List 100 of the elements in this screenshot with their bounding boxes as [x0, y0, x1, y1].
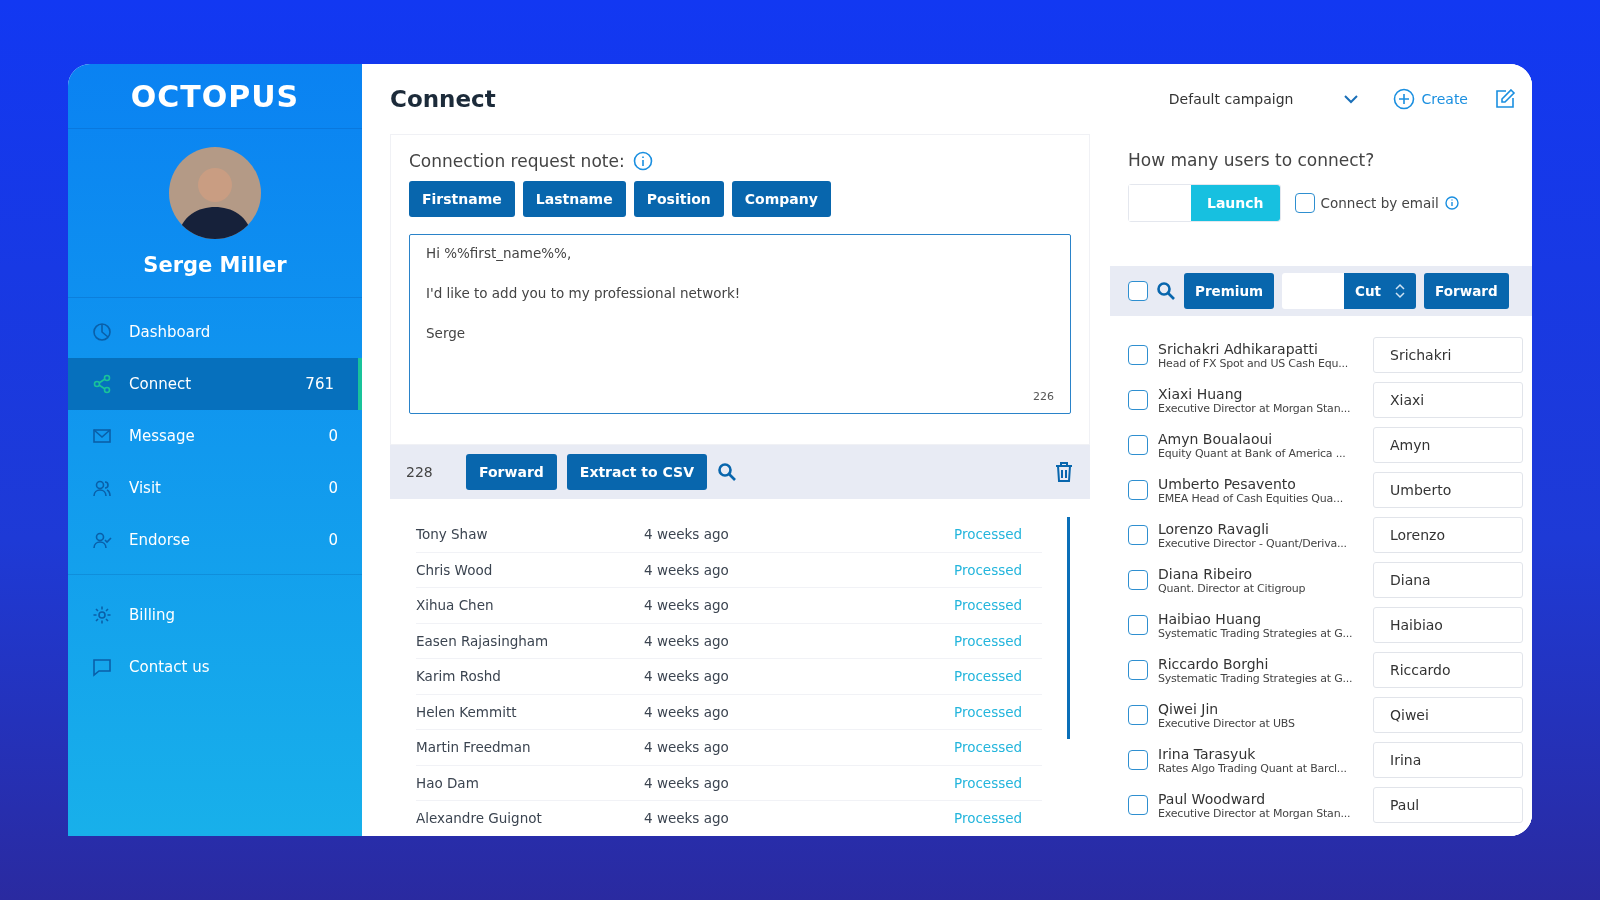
- chevron-down-icon: [1343, 94, 1360, 104]
- count: 0: [328, 531, 338, 549]
- premium-button[interactable]: Premium: [1184, 273, 1275, 309]
- person-name: Amyn Boualaoui: [1158, 430, 1274, 447]
- checkbox[interactable]: [1128, 660, 1148, 680]
- contact-name: Chris Wood: [416, 561, 494, 578]
- checkbox[interactable]: [1128, 615, 1148, 635]
- time-ago: 4 weeks ago: [644, 561, 730, 578]
- first-name-field[interactable]: Lorenzo: [1373, 517, 1523, 553]
- count: 0: [328, 479, 338, 497]
- checkbox[interactable]: [1294, 193, 1315, 213]
- first-name-field[interactable]: Xiaxi: [1373, 382, 1523, 418]
- note-label: Connection request note:: [409, 151, 625, 171]
- tag-button[interactable]: Lastname: [522, 181, 626, 217]
- person-title: Systematic Trading Strategies at G...: [1158, 671, 1354, 685]
- sort-arrows-icon: [1395, 283, 1406, 299]
- person-name: Irina Tarasyuk: [1158, 745, 1257, 762]
- campaign-dropdown[interactable]: Default campaign: [1168, 91, 1360, 107]
- cut-button[interactable]: Cut: [1344, 273, 1417, 309]
- person-title: Executive Director at Morgan Stan...: [1158, 401, 1352, 415]
- status-text: Processed: [954, 632, 1024, 649]
- gear-icon: [92, 605, 112, 625]
- info-icon[interactable]: [632, 151, 653, 171]
- status-text: Processed: [954, 739, 1024, 756]
- time-ago: 4 weeks ago: [644, 632, 730, 649]
- checkbox[interactable]: [1128, 390, 1148, 410]
- note-field[interactable]: Hi %%first_name%%, I'd like to add you to my professional network! Serge 226: [409, 234, 1071, 414]
- first-name-field[interactable]: Paul: [1373, 787, 1523, 823]
- status-text: Processed: [954, 774, 1024, 791]
- status-text: Processed: [954, 561, 1024, 578]
- checkbox[interactable]: [1128, 345, 1148, 365]
- first-name-field[interactable]: Qiwei: [1373, 697, 1523, 733]
- info-icon[interactable]: [1444, 196, 1459, 210]
- nav-item[interactable]: Dashboard: [68, 306, 362, 358]
- status-text: Processed: [954, 668, 1024, 685]
- person-name: Srichakri Adhikarapatti: [1158, 340, 1319, 357]
- contact-name: Hao Dam: [416, 774, 480, 791]
- search-icon[interactable]: [1156, 281, 1176, 301]
- person-title: Executive Director - Quant/Deriva...: [1158, 536, 1348, 550]
- status-text: Processed: [954, 703, 1024, 720]
- tag-button[interactable]: Firstname: [409, 181, 515, 217]
- search-icon[interactable]: [716, 462, 737, 482]
- note-text: Serge: [426, 324, 466, 343]
- person-name: Umberto Pesavento: [1158, 475, 1297, 492]
- person-name: Paul Woodward: [1158, 790, 1267, 807]
- trash-icon[interactable]: [1054, 461, 1074, 483]
- first-name-field[interactable]: Irina: [1373, 742, 1523, 778]
- person-name: Haibiao Huang: [1158, 610, 1263, 627]
- time-ago: 4 weeks ago: [644, 597, 730, 614]
- contact-name: Helen Kemmitt: [416, 703, 518, 720]
- note-text: I'd like to add you to my professional network!: [426, 284, 741, 303]
- count: 0: [328, 427, 338, 445]
- nav-item[interactable]: Visit 0: [68, 462, 362, 514]
- person-title: Quant. Director at Citigroup: [1158, 581, 1307, 595]
- contact-name: Karim Roshd: [416, 668, 502, 685]
- first-name-field[interactable]: Diana: [1373, 562, 1523, 598]
- person-name: Lorenzo Ravagli: [1158, 520, 1270, 537]
- status-text: Processed: [954, 526, 1024, 543]
- time-ago: 4 weeks ago: [644, 526, 730, 543]
- chat-icon: [92, 657, 112, 677]
- checkbox[interactable]: [1128, 750, 1148, 770]
- person-name: Diana Ribeiro: [1158, 565, 1254, 582]
- checkbox[interactable]: [1128, 525, 1148, 545]
- envelope-icon: [92, 426, 112, 446]
- person-title: Rates Algo Trading Quant at Barcl...: [1158, 761, 1348, 775]
- create-link[interactable]: Create: [1393, 88, 1468, 110]
- contact-name: Martin Freedman: [416, 739, 532, 756]
- contact-name: Easen Rajasingham: [416, 632, 550, 649]
- checkbox[interactable]: [1128, 705, 1148, 725]
- checkbox[interactable]: [1128, 281, 1148, 301]
- person-title: Head of FX Spot and US Cash Equ...: [1158, 356, 1350, 370]
- number-field[interactable]: [1282, 273, 1345, 309]
- status-text: Processed: [954, 597, 1024, 614]
- plus-circle-icon: [1393, 88, 1416, 110]
- time-ago: 4 weeks ago: [644, 810, 730, 827]
- person-title: Systematic Trading Strategies at G...: [1158, 626, 1354, 640]
- first-name-field[interactable]: Umberto: [1373, 472, 1523, 508]
- toolbar-button[interactable]: Forward: [466, 454, 557, 490]
- checkbox[interactable]: [1128, 795, 1148, 815]
- user-check-icon: [92, 530, 112, 550]
- first-name-field[interactable]: Amyn: [1373, 427, 1523, 463]
- first-name-field[interactable]: Riccardo: [1373, 652, 1523, 688]
- nav-item[interactable]: Message 0: [68, 410, 362, 462]
- tag-button[interactable]: Position: [633, 181, 724, 217]
- person-title: Equity Quant at Bank of America ...: [1158, 446, 1347, 460]
- checkbox[interactable]: [1128, 480, 1148, 500]
- tag-button[interactable]: Company: [731, 181, 831, 217]
- first-name-field[interactable]: Srichakri: [1373, 337, 1523, 373]
- share-icon: [92, 374, 112, 394]
- person-name: Qiwei Jin: [1158, 700, 1220, 717]
- checkbox[interactable]: [1128, 435, 1148, 455]
- status-text: Processed: [954, 810, 1024, 827]
- checkbox[interactable]: [1128, 570, 1148, 590]
- pie-chart-icon: [92, 322, 112, 342]
- edit-icon[interactable]: [1494, 88, 1516, 110]
- contact-name: Tony Shaw: [416, 526, 489, 543]
- toolbar-button[interactable]: Extract to CSV: [566, 454, 707, 490]
- nav-item[interactable]: Connect 761: [68, 358, 362, 410]
- first-name-field[interactable]: Haibiao: [1373, 607, 1523, 643]
- forward-button[interactable]: Forward: [1424, 273, 1509, 309]
